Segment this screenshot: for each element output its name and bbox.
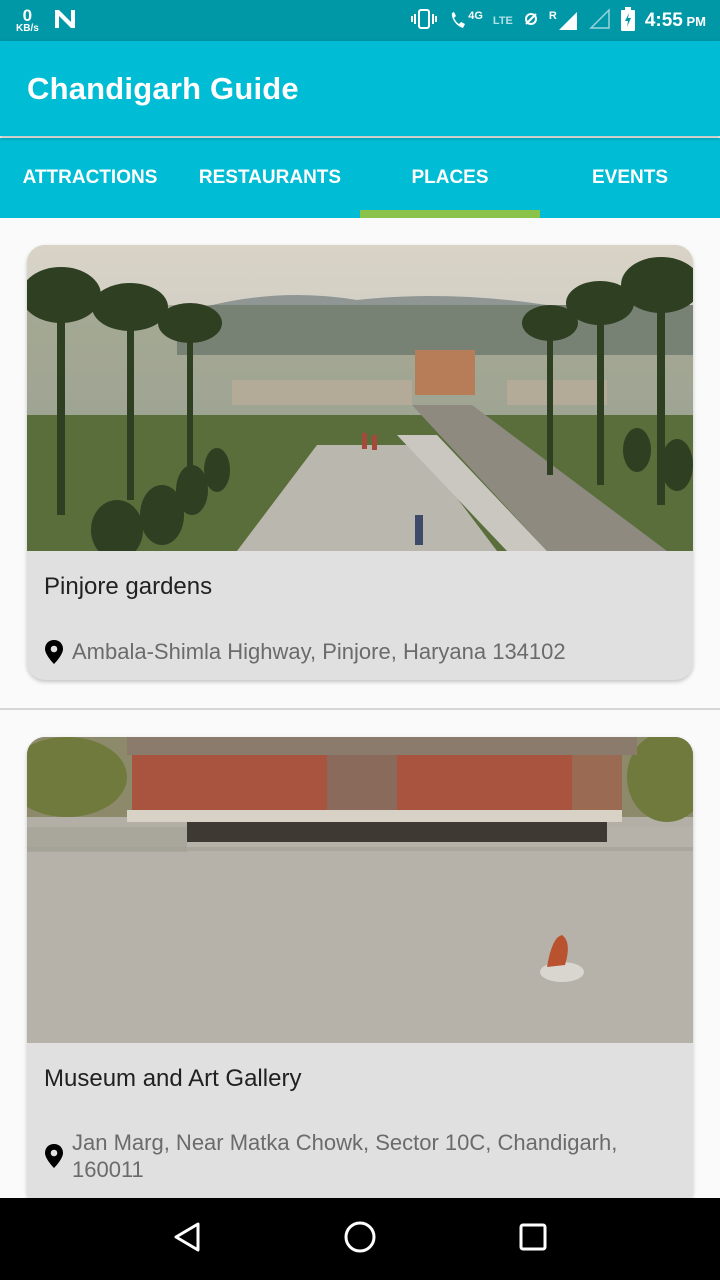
places-list[interactable]: Pinjore gardens Ambala-Shimla Highway, P… — [0, 218, 720, 1198]
place-photo — [27, 245, 693, 551]
place-card[interactable]: Pinjore gardens Ambala-Shimla Highway, P… — [27, 245, 693, 680]
nav-back-icon — [172, 1221, 202, 1257]
place-address: Ambala-Shimla Highway, Pinjore, Haryana … — [44, 638, 664, 665]
nav-home-icon — [343, 1220, 377, 1258]
tab-events[interactable]: EVENTS — [540, 138, 720, 218]
place-address-text: Jan Marg, Near Matka Chowk, Sector 10C, … — [72, 1130, 618, 1182]
location-pin-icon — [44, 1129, 66, 1183]
app-bar: Chandigarh Guide — [0, 41, 720, 136]
network-4g-label: 4G — [468, 9, 483, 22]
nav-recents-button[interactable] — [493, 1198, 573, 1280]
roaming-label: R — [548, 9, 557, 22]
place-photo — [27, 737, 693, 1043]
status-bar: 0 KB/s 4G LTE R 4:55 PM — [0, 0, 720, 41]
clock: 4:55 PM — [645, 10, 706, 32]
place-card[interactable]: Museum and Art Gallery Jan Marg, Near Ma… — [27, 737, 693, 1198]
network-speed-unit: KB/s — [16, 23, 39, 34]
app-title: Chandigarh Guide — [27, 71, 299, 106]
tab-label: RESTAURANTS — [198, 167, 342, 188]
system-nav-bar — [0, 1198, 720, 1280]
tab-places[interactable]: PLACES — [360, 138, 540, 218]
clock-time: 4:55 — [644, 9, 683, 31]
signal-roaming-icon: R — [549, 10, 579, 32]
tab-label: ATTRACTIONS — [22, 167, 158, 188]
location-pin-icon — [44, 638, 66, 665]
nav-back-button[interactable] — [147, 1198, 227, 1280]
list-divider — [0, 708, 720, 710]
network-speed-value: 0 — [22, 6, 33, 25]
tab-attractions[interactable]: ATTRACTIONS — [0, 138, 180, 218]
tab-restaurants[interactable]: RESTAURANTS — [180, 138, 360, 218]
vibrate-icon — [410, 8, 438, 34]
network-lte-label: LTE — [492, 14, 513, 27]
place-name: Museum and Art Gallery — [44, 1065, 302, 1092]
place-address: Jan Marg, Near Matka Chowk, Sector 10C, … — [44, 1129, 664, 1183]
tab-label: PLACES — [411, 167, 489, 188]
nav-home-button[interactable] — [320, 1198, 400, 1280]
clock-ampm: PM — [686, 13, 707, 29]
data-off-icon — [523, 11, 539, 31]
tab-bar: ATTRACTIONS RESTAURANTS PLACES EVENTS — [0, 138, 720, 218]
place-address-text: Ambala-Shimla Highway, Pinjore, Haryana … — [72, 639, 566, 664]
place-name: Pinjore gardens — [44, 573, 213, 600]
call-4g-icon: 4G — [448, 10, 483, 32]
nav-recents-icon — [518, 1222, 548, 1256]
signal-empty-icon — [589, 7, 611, 34]
tab-label: EVENTS — [591, 167, 669, 188]
notification-n-icon — [53, 8, 77, 34]
battery-charging-icon — [620, 6, 635, 35]
network-speed: 0 KB/s — [16, 7, 39, 34]
